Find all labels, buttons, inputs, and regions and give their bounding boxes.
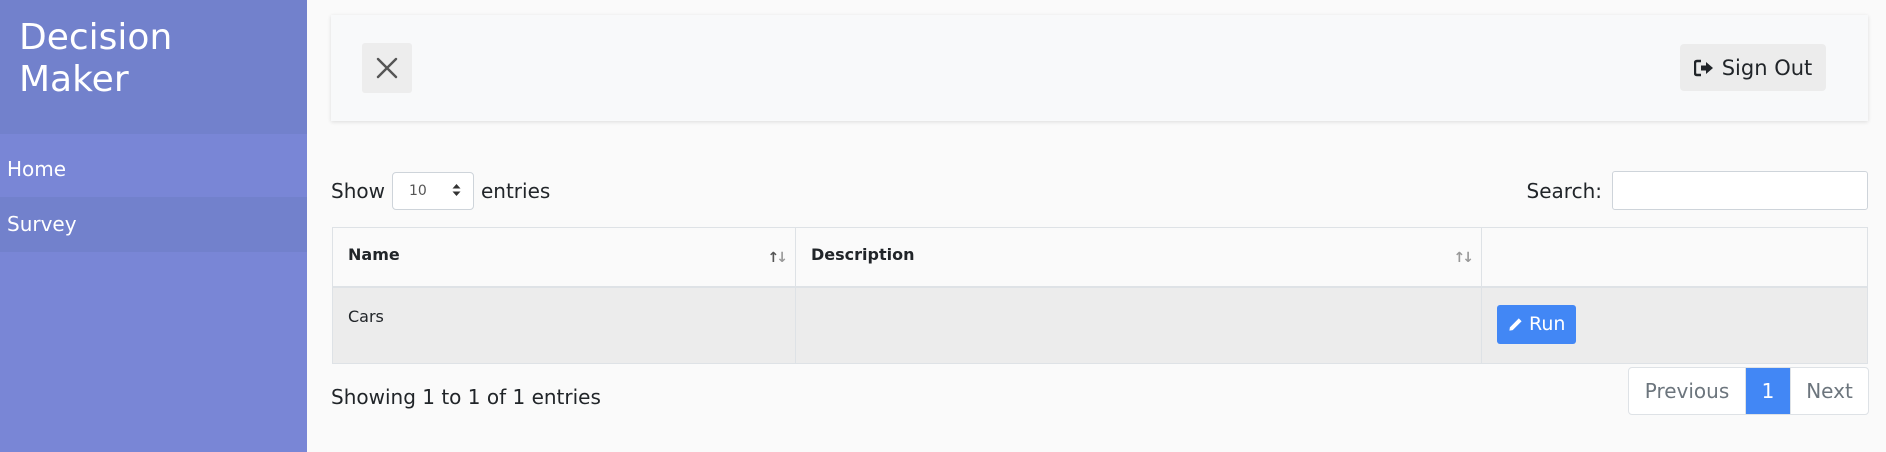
table-info: Showing 1 to 1 of 1 entries [331, 385, 601, 409]
sidebar-item-home[interactable]: Home [0, 142, 307, 197]
sort-both-icon: ↑↓ [1453, 250, 1475, 266]
top-bar: Sign Out [331, 15, 1868, 121]
column-header-description-label: Description [811, 245, 915, 264]
run-button[interactable]: Run [1497, 304, 1577, 344]
entries-label: entries [480, 179, 551, 203]
cell-actions: Run [1481, 286, 1868, 364]
sidebar: Decision Maker Home Survey [0, 0, 307, 452]
cell-description [795, 286, 1482, 364]
column-header-name[interactable]: Name ↑↓ [332, 227, 796, 288]
page-1-button[interactable]: 1 [1746, 368, 1790, 414]
pagination: Previous 1 Next [1628, 367, 1869, 415]
close-sidebar-button[interactable] [362, 43, 412, 93]
surveys-table: Name ↑↓ Description ↑↓ Cars Run [332, 227, 1868, 364]
pencil-icon [1509, 317, 1522, 331]
previous-page-button[interactable]: Previous [1629, 368, 1746, 414]
column-header-description[interactable]: Description ↑↓ [795, 227, 1482, 288]
show-label: Show [331, 179, 385, 203]
run-button-label: Run [1529, 313, 1566, 335]
sign-out-button[interactable]: Sign Out [1680, 44, 1826, 91]
column-header-name-label: Name [348, 245, 400, 264]
brand-title: Decision Maker [0, 0, 307, 134]
entries-length-value: 10 [408, 183, 427, 199]
table-row: Cars Run [332, 286, 1868, 364]
select-arrows-icon [452, 183, 461, 197]
search-label: Search: [1526, 178, 1602, 203]
next-page-button[interactable]: Next [1790, 368, 1868, 414]
table-header-row: Name ↑↓ Description ↑↓ [332, 227, 1868, 288]
search-control: Search: [1527, 171, 1868, 210]
column-header-actions [1481, 227, 1868, 288]
sign-out-label: Sign Out [1721, 55, 1813, 80]
sort-asc-icon: ↑↓ [767, 250, 789, 266]
entries-length-control: Show 10 entries [331, 172, 550, 210]
cell-name: Cars [332, 286, 796, 364]
sidebar-item-survey[interactable]: Survey [0, 197, 307, 252]
close-x-icon [376, 57, 398, 79]
sign-out-icon [1693, 59, 1713, 76]
search-input[interactable] [1612, 171, 1868, 210]
sidebar-nav: Home Survey [0, 142, 307, 252]
entries-length-select[interactable]: 10 [391, 172, 474, 210]
